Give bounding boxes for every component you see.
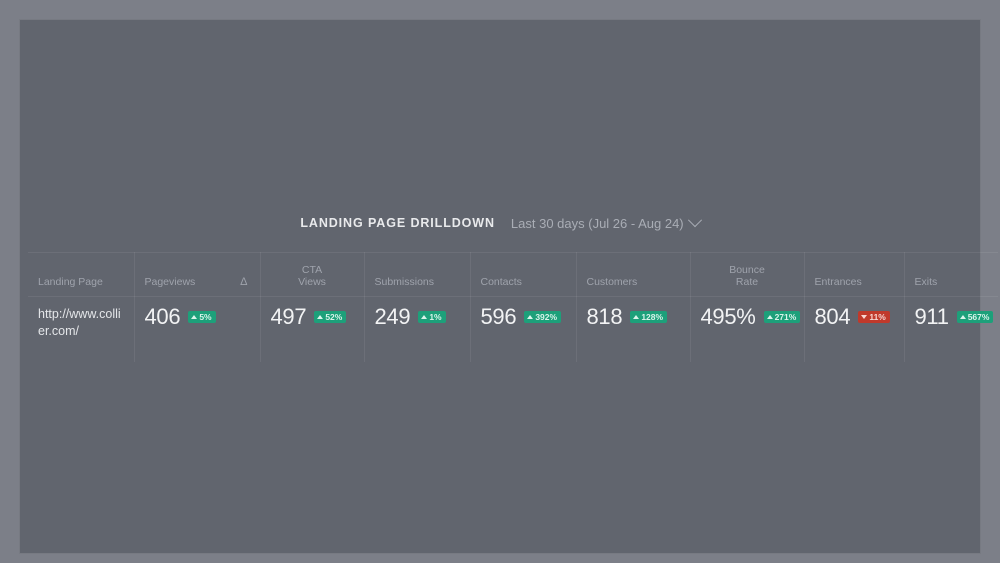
badge-delta-label: 392% <box>535 311 558 322</box>
column-header-bounce-rate[interactable]: Bounce Rate <box>690 252 805 297</box>
column-header-label: Contacts <box>480 276 522 289</box>
status-badge: 5% <box>188 310 216 324</box>
sort-delta-icon: Δ <box>240 275 248 288</box>
arrow-up-icon <box>766 315 773 319</box>
arrow-up-icon <box>421 315 428 319</box>
cell-exits: 911 567% <box>904 297 998 363</box>
column-header-label-line2: Views <box>298 276 326 289</box>
metric-value: 497 <box>270 304 307 329</box>
badge-delta-label: 5% <box>199 311 212 322</box>
status-badge: 11% <box>858 310 890 324</box>
metric-value: 249 <box>374 304 411 329</box>
metric-value: 818 <box>586 304 623 329</box>
cell-entrances: 804 11% <box>804 296 905 362</box>
badge-delta-label: 1% <box>429 311 442 322</box>
column-header-customers[interactable]: Customers <box>576 252 691 297</box>
column-header-label: Exits <box>914 276 938 289</box>
column-header-entrances[interactable]: Entrances <box>804 252 905 297</box>
cell-submissions: 249 1% <box>364 296 471 362</box>
column-header-label: Pageviews <box>144 276 196 289</box>
cell-bounce-rate: 495% 271% <box>690 296 805 362</box>
screenshot-stage: LANDING PAGE DRILLDOWN Last 30 days (Jul… <box>0 0 1000 563</box>
cell-pageviews: 406 5% <box>134 296 261 362</box>
badge-delta-label: 567% <box>967 311 990 322</box>
arrow-down-icon <box>861 315 868 319</box>
landing-page-metrics-table: Landing Page Pageviews Δ CTA Views Submi… <box>28 252 998 362</box>
badge-delta-label: 271% <box>774 311 797 322</box>
column-header-contacts[interactable]: Contacts <box>470 252 577 297</box>
drilldown-header: LANDING PAGE DRILLDOWN Last 30 days (Jul… <box>0 205 1000 241</box>
metric-value: 804 <box>814 304 851 329</box>
status-badge: 567% <box>956 310 994 324</box>
status-badge: 1% <box>418 310 446 324</box>
status-badge: 128% <box>630 310 668 324</box>
cell-cta-views: 497 52% <box>260 296 365 362</box>
date-range-label: Last 30 days (Jul 26 - Aug 24) <box>510 215 684 231</box>
column-header-pageviews[interactable]: Pageviews Δ <box>134 252 261 297</box>
date-range-selector[interactable]: Last 30 days (Jul 26 - Aug 24) <box>510 213 702 231</box>
column-header-label-line1: CTA <box>301 263 323 276</box>
column-header-label-line2: Rate <box>735 276 759 289</box>
column-header-label-line1: Bounce <box>729 263 765 276</box>
metric-value: 406 <box>144 304 181 329</box>
status-badge: 271% <box>763 310 801 324</box>
table-row[interactable]: http://www.collier.com/ 406 5% 497 52% 2… <box>28 296 998 363</box>
column-header-submissions[interactable]: Submissions <box>364 252 471 297</box>
arrow-up-icon <box>633 315 640 319</box>
column-header-label: Submissions <box>374 276 435 289</box>
metric-value: 495% <box>700 304 756 329</box>
chevron-down-icon <box>687 213 702 228</box>
cell-contacts: 596 392% <box>470 296 577 362</box>
column-header-label: Entrances <box>814 276 862 289</box>
column-header-exits[interactable]: Exits <box>904 252 998 297</box>
arrow-up-icon <box>191 315 198 319</box>
status-badge: 52% <box>314 310 347 324</box>
cell-customers: 818 128% <box>576 296 691 362</box>
badge-delta-label: 128% <box>641 311 664 322</box>
column-header-label: Customers <box>586 276 638 289</box>
column-header-label: Landing Page <box>38 276 103 289</box>
column-header-landing-page[interactable]: Landing Page <box>28 252 135 297</box>
metric-value: 596 <box>480 304 517 329</box>
badge-delta-label: 11% <box>869 311 886 322</box>
badge-delta-label: 52% <box>325 311 343 322</box>
metric-value: 911 <box>914 304 949 329</box>
landing-page-table-container: Landing Page Pageviews Δ CTA Views Submi… <box>28 252 998 362</box>
column-header-cta-views[interactable]: CTA Views <box>260 252 365 297</box>
status-badge: 392% <box>524 310 562 324</box>
table-header-row: Landing Page Pageviews Δ CTA Views Submi… <box>28 252 998 297</box>
arrow-up-icon <box>317 315 324 319</box>
arrow-up-icon <box>959 315 966 319</box>
arrow-up-icon <box>527 315 534 319</box>
cell-landing-page-url[interactable]: http://www.collier.com/ <box>28 296 135 362</box>
page-title: LANDING PAGE DRILLDOWN <box>300 216 495 230</box>
